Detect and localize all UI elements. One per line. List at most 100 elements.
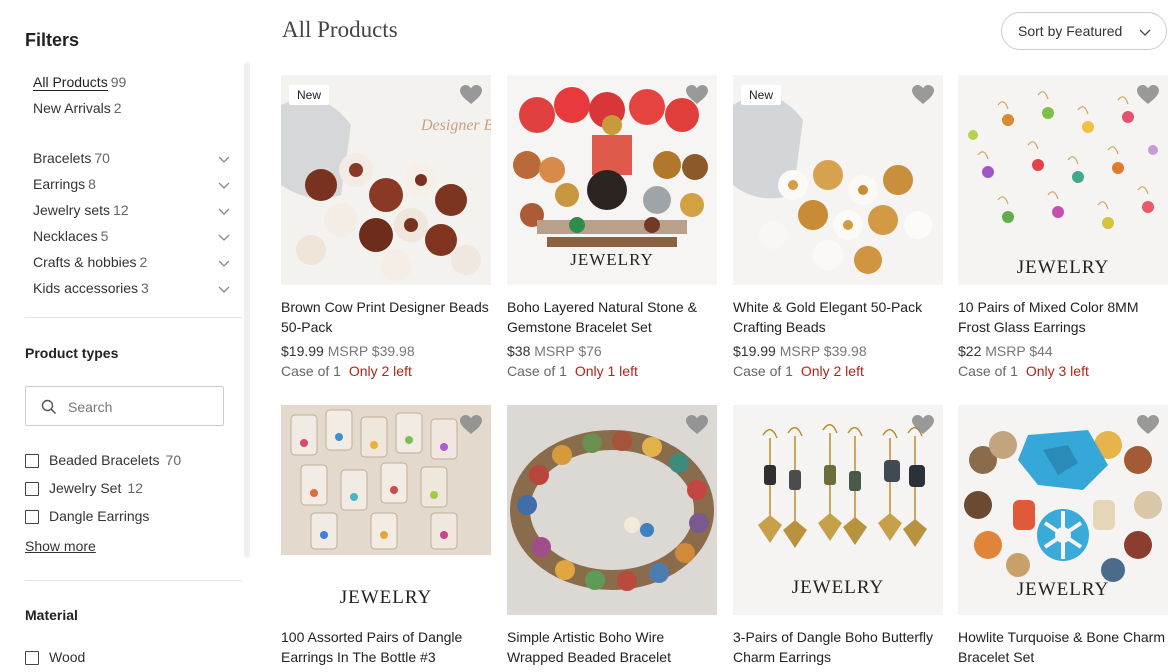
heart-icon[interactable] — [459, 414, 483, 436]
product-price: $19.99 MSRP $39.98 — [281, 343, 415, 359]
product-title[interactable]: 10 Pairs of Mixed Color 8MM Frost Glass … — [958, 297, 1170, 337]
price: $19.99 — [281, 343, 324, 359]
product-image[interactable]: Designer Be New — [281, 75, 491, 285]
category-label: Crafts & hobbies — [33, 254, 137, 270]
checkbox[interactable] — [25, 482, 39, 496]
heart-icon[interactable] — [1136, 414, 1160, 436]
divider — [25, 317, 242, 318]
product-title[interactable]: Brown Cow Print Designer Beads 50-Pack — [281, 297, 493, 337]
category-jewelry-sets[interactable]: Jewelry sets 12 — [33, 202, 129, 218]
category-necklaces[interactable]: Necklaces 5 — [33, 228, 108, 244]
product-image[interactable]: New — [733, 75, 943, 285]
option-label: Jewelry Set — [49, 480, 122, 496]
stock-status: Only 2 left — [800, 363, 864, 379]
product-image[interactable] — [507, 405, 717, 615]
category-label: New Arrivals — [33, 100, 111, 116]
option-label: Wood — [49, 649, 86, 665]
msrp: MSRP $39.98 — [779, 343, 867, 359]
sort-dropdown[interactable]: Sort by Featured — [1001, 12, 1167, 50]
product-image[interactable]: JEWELRY — [281, 405, 491, 615]
category-count: 70 — [94, 150, 110, 166]
product-title[interactable]: Howlite Turquoise & Bone Charm Bracelet … — [958, 627, 1170, 667]
category-bracelets[interactable]: Bracelets 70 — [33, 150, 110, 166]
sidebar-scrollbar[interactable] — [244, 62, 250, 558]
image-caption: JEWELRY — [792, 577, 885, 598]
msrp: MSRP $44 — [985, 343, 1053, 359]
case-qty: Case of 1 — [958, 363, 1018, 379]
category-crafts-hobbies[interactable]: Crafts & hobbies 2 — [33, 254, 147, 270]
filters-title: Filters — [25, 30, 80, 50]
checkbox[interactable] — [25, 651, 39, 665]
checkbox[interactable] — [25, 510, 39, 524]
show-more-link[interactable]: Show more — [25, 538, 96, 554]
product-title[interactable]: 3-Pairs of Dangle Boho Butterfly Charm E… — [733, 627, 945, 667]
category-kids-accessories[interactable]: Kids accessories 3 — [33, 280, 149, 296]
category-new-arrivals[interactable]: New Arrivals 2 — [33, 100, 122, 116]
category-label: Earrings — [33, 176, 86, 192]
option-label: Beaded Bracelets — [49, 452, 160, 468]
case-info: Case of 1 Only 2 left — [281, 363, 412, 379]
search-icon — [41, 399, 57, 415]
material-title: Material — [25, 607, 78, 623]
chevron-down-icon[interactable] — [217, 152, 231, 166]
heart-icon[interactable] — [911, 414, 935, 436]
category-count: 2 — [113, 100, 122, 116]
category-all-products[interactable]: All Products 99 — [33, 74, 126, 91]
chevron-down-icon[interactable] — [217, 230, 231, 244]
product-image[interactable]: JEWELRY — [958, 75, 1168, 285]
new-badge: New — [741, 85, 782, 105]
stock-status: Only 1 left — [574, 363, 638, 379]
product-image[interactable]: JEWELRY — [733, 405, 943, 615]
product-title[interactable]: Simple Artistic Boho Wire Wrapped Beaded… — [507, 627, 719, 667]
product-types-title: Product types — [25, 345, 119, 361]
price: $38 — [507, 343, 531, 359]
image-caption: JEWELRY — [1017, 579, 1110, 600]
stock-status: Only 3 left — [1025, 363, 1089, 379]
image-caption: JEWELRY — [340, 587, 433, 608]
heart-icon[interactable] — [685, 84, 709, 106]
category-label: Kids accessories — [33, 280, 139, 296]
category-label: All Products — [33, 74, 108, 91]
heart-icon[interactable] — [685, 414, 709, 436]
product-image[interactable]: JEWELRY — [958, 405, 1168, 615]
case-qty: Case of 1 — [281, 363, 341, 379]
chevron-down-icon — [1138, 25, 1152, 39]
product-title[interactable]: 100 Assorted Pairs of Dangle Earrings In… — [281, 627, 493, 667]
category-count: 2 — [139, 254, 148, 270]
category-label: Necklaces — [33, 228, 98, 244]
chevron-down-icon[interactable] — [217, 178, 231, 192]
stock-status: Only 2 left — [348, 363, 412, 379]
heart-icon[interactable] — [911, 84, 935, 106]
price: $19.99 — [733, 343, 776, 359]
option-label: Dangle Earrings — [49, 508, 150, 524]
divider — [25, 580, 242, 581]
category-earrings[interactable]: Earrings 8 — [33, 176, 96, 192]
category-count: 8 — [88, 176, 96, 192]
image-caption: JEWELRY — [570, 250, 654, 269]
product-title[interactable]: White & Gold Elegant 50-Pack Crafting Be… — [733, 297, 945, 337]
category-count: 5 — [100, 228, 109, 244]
checkbox[interactable] — [25, 454, 39, 468]
product-title[interactable]: Boho Layered Natural Stone & Gemstone Br… — [507, 297, 719, 337]
category-count: 12 — [113, 202, 129, 218]
product-image[interactable]: JEWELRY — [507, 75, 717, 285]
search-input[interactable] — [66, 396, 220, 418]
product-price: $19.99 MSRP $39.98 — [733, 343, 867, 359]
sort-label: Sort by Featured — [1018, 23, 1123, 39]
chevron-down-icon[interactable] — [217, 282, 231, 296]
case-info: Case of 1 Only 2 left — [733, 363, 864, 379]
msrp: MSRP $39.98 — [327, 343, 415, 359]
case-info: Case of 1 Only 3 left — [958, 363, 1089, 379]
category-label: Bracelets — [33, 150, 92, 166]
product-type-search[interactable] — [25, 386, 224, 426]
heart-icon[interactable] — [459, 84, 483, 106]
page-title: All Products — [282, 17, 398, 42]
option-count: 12 — [127, 480, 143, 496]
heart-icon[interactable] — [1136, 84, 1160, 106]
image-caption: Designer Be — [420, 117, 491, 134]
product-price: $38 MSRP $76 — [507, 343, 602, 359]
chevron-down-icon[interactable] — [217, 204, 231, 218]
chevron-down-icon[interactable] — [217, 256, 231, 270]
new-badge: New — [289, 85, 330, 105]
msrp: MSRP $76 — [534, 343, 602, 359]
